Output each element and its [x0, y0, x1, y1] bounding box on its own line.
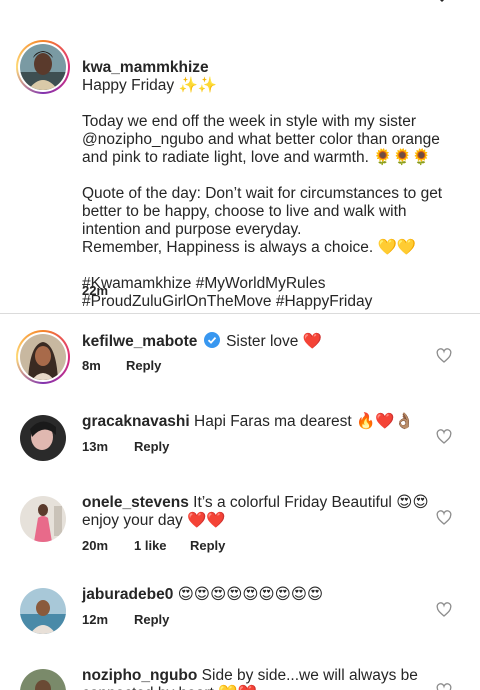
heart-outline-icon[interactable]	[436, 683, 452, 690]
comment-time: 13m	[82, 439, 109, 454]
comment-username[interactable]: gracaknavashi	[82, 413, 190, 430]
comment-username[interactable]: jaburadebe0	[82, 586, 173, 603]
reply-button[interactable]: Reply	[190, 538, 225, 553]
avatar[interactable]	[20, 415, 66, 461]
comment-text: Sister love ❤️	[226, 333, 323, 350]
comment-username[interactable]: nozipho_ngubo	[82, 667, 197, 684]
heart-outline-icon[interactable]	[436, 510, 452, 526]
comment-time: 8m	[82, 358, 101, 373]
verified-badge-icon	[203, 332, 220, 348]
post-first-line: Happy Friday ✨✨	[82, 77, 218, 94]
heart-outline-icon[interactable]	[436, 602, 452, 618]
avatar[interactable]	[20, 334, 66, 380]
story-ring[interactable]	[16, 40, 70, 94]
comment-text: Hapi Faras ma dearest 🔥❤️👌🏽	[194, 413, 414, 430]
post-hashtags[interactable]: #Kwamamkhize #MyWorldMyRules #ProudZuluG…	[82, 275, 452, 311]
reply-button[interactable]: Reply	[126, 358, 161, 373]
comment-username[interactable]: onele_stevens	[82, 494, 189, 511]
heart-outline-icon[interactable]	[436, 348, 452, 364]
comment-username[interactable]: kefilwe_mabote	[82, 333, 197, 350]
heart-outline-icon[interactable]	[436, 429, 452, 445]
avatar[interactable]	[20, 588, 66, 634]
comment-time: 20m	[82, 538, 109, 553]
post-author[interactable]: kwa_mammkhize	[82, 59, 209, 76]
avatar[interactable]	[20, 44, 66, 90]
post-quote: Quote of the day: Don’t wait for circums…	[82, 185, 443, 256]
post-caption: kwa_mammkhize Happy Friday ✨✨ Today we e…	[0, 0, 480, 314]
comment-text: 😍😍😍😍😍😍😍😍😍	[177, 586, 324, 603]
post-timestamp: 22m	[82, 283, 109, 298]
reply-button[interactable]: Reply	[134, 612, 169, 627]
story-ring[interactable]	[16, 330, 70, 384]
avatar[interactable]	[20, 669, 66, 690]
comment-likes[interactable]: 1 like	[134, 538, 190, 553]
comment-time: 12m	[82, 612, 109, 627]
reply-button[interactable]: Reply	[134, 439, 169, 454]
post-paragraph: Today we end off the week in style with …	[82, 113, 440, 166]
avatar[interactable]	[20, 496, 66, 542]
